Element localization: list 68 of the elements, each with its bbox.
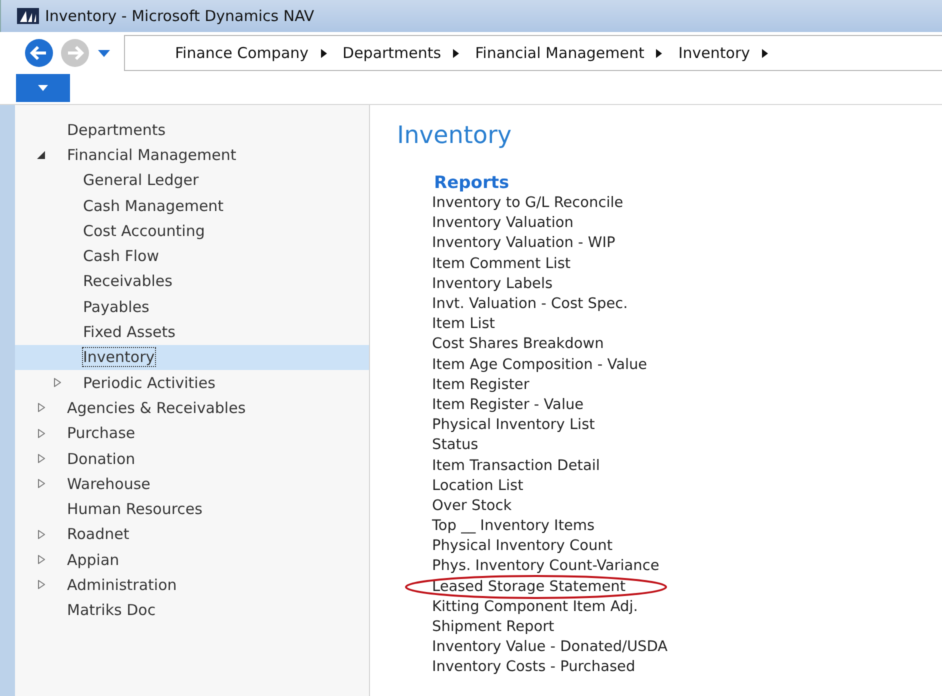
report-link[interactable]: Item Comment List — [432, 256, 571, 272]
tree-row[interactable]: Human Resources — [15, 496, 369, 522]
caret-icon — [38, 85, 48, 91]
report-link[interactable]: Over Stock — [432, 498, 512, 514]
tree-row[interactable]: Cash Flow — [15, 243, 369, 269]
report-link[interactable]: Item Transaction Detail — [432, 458, 600, 474]
tree-row[interactable]: Payables — [15, 294, 369, 320]
breadcrumb-link[interactable]: Finance Company — [175, 44, 309, 62]
breadcrumb-arrow-icon[interactable] — [320, 48, 327, 58]
selected-tree-row[interactable]: Inventory — [15, 344, 369, 370]
tree-row[interactable]: Cost Accounting — [15, 218, 369, 244]
report-link[interactable]: Inventory Valuation - WIP — [432, 235, 616, 252]
report-link[interactable]: Item List — [432, 316, 495, 332]
report-link[interactable]: Phys. Inventory Count-Variance — [432, 558, 660, 574]
report-link[interactable]: Location List — [432, 478, 524, 494]
breadcrumb-arrow-icon[interactable] — [453, 48, 460, 58]
collapsed-triangle-icon[interactable] — [38, 428, 45, 438]
tree-row[interactable]: Financial Management — [15, 142, 369, 168]
report-link[interactable]: Inventory Costs - Purchased — [432, 659, 636, 676]
collapsed-triangle-icon[interactable] — [38, 454, 45, 463]
tree-row[interactable]: Warehouse — [15, 471, 369, 496]
tree-row[interactable]: Fixed Assets — [15, 319, 369, 345]
window-title: Inventory - Microsoft Dynamics NAV — [45, 7, 314, 25]
collapsed-triangle-icon[interactable] — [38, 479, 45, 488]
tree-row[interactable]: Administration — [15, 572, 369, 598]
report-link[interactable]: Inventory to G/L Reconcile — [432, 195, 624, 212]
collapsed-triangle-icon[interactable] — [38, 555, 45, 564]
app-logo-icon — [17, 8, 39, 24]
breadcrumb-arrow-icon[interactable] — [656, 48, 662, 58]
report-link[interactable]: Inventory Valuation — [432, 215, 574, 232]
collapsed-triangle-icon[interactable] — [38, 403, 45, 412]
tree-row[interactable]: Cash Management — [15, 192, 369, 218]
page-title: Inventory — [397, 121, 513, 151]
tree-row[interactable]: Roadnet — [15, 522, 369, 548]
section-heading: Reports — [434, 173, 510, 193]
tree-row[interactable]: Agencies & Receivables — [15, 395, 369, 421]
report-link[interactable]: Top __ Inventory Items — [432, 518, 595, 534]
address-bar[interactable]: Finance Company Departments Financial Management Inventory — [124, 35, 942, 71]
report-link[interactable]: Invt. Valuation - Cost Spec. — [432, 296, 628, 312]
report-link[interactable]: Inventory Value - Donated/USDA — [432, 639, 668, 656]
collapsed-triangle-icon[interactable] — [54, 378, 61, 388]
report-link[interactable]: Shipment Report — [432, 619, 554, 636]
breadcrumb-arrow-icon[interactable] — [762, 48, 768, 58]
tree-row[interactable]: Departments — [15, 117, 369, 142]
report-link[interactable]: Item Register — [432, 376, 530, 393]
breadcrumb-link[interactable]: Departments — [342, 44, 442, 62]
report-link[interactable]: Item Age Composition - Value — [432, 356, 648, 373]
report-link[interactable]: Physical Inventory List — [432, 417, 595, 434]
collapsed-triangle-icon[interactable] — [38, 580, 45, 590]
tree-row[interactable]: Donation — [15, 446, 369, 472]
expanded-triangle-icon[interactable] — [37, 150, 45, 159]
breadcrumb-link[interactable]: Financial Management — [475, 44, 644, 62]
collapsed-triangle-icon[interactable] — [38, 530, 45, 539]
report-link[interactable]: Cost Shares Breakdown — [432, 336, 604, 352]
report-link[interactable]: Inventory Labels — [432, 276, 553, 292]
report-link[interactable]: Item Register - Value — [432, 396, 584, 413]
tree-row[interactable]: Matriks Doc — [15, 598, 369, 623]
breadcrumb-link[interactable]: Inventory — [678, 44, 750, 62]
history-dropdown-icon[interactable] — [98, 50, 110, 56]
report-link[interactable]: Kitting Component Item Adj. — [432, 598, 638, 615]
back-button[interactable] — [24, 38, 54, 68]
report-link[interactable]: Status — [432, 437, 478, 454]
tree-row[interactable]: Purchase — [15, 420, 369, 446]
tree-row[interactable]: Receivables — [15, 268, 369, 294]
report-link[interactable]: Physical Inventory Count — [432, 538, 613, 554]
tree-row[interactable]: Appian — [15, 547, 369, 572]
tree-row[interactable]: Periodic Activities — [15, 370, 369, 396]
tree-row[interactable]: General Ledger — [15, 168, 369, 193]
